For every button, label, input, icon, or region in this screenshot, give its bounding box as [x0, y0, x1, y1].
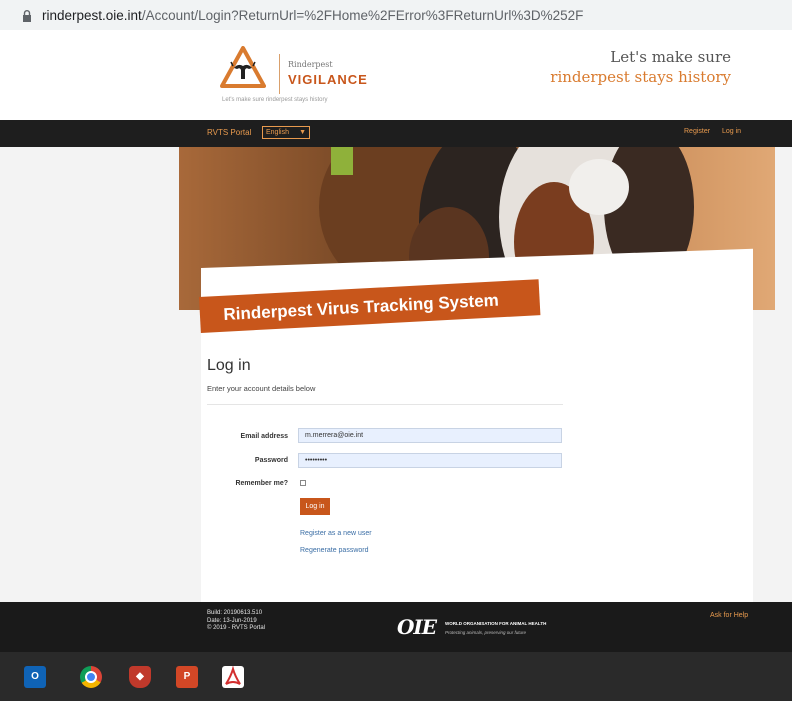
chrome-icon[interactable]	[80, 666, 102, 688]
language-select[interactable]: English ▼	[262, 126, 310, 139]
help-link[interactable]: Ask for Help	[710, 612, 748, 619]
pdf-icon[interactable]	[222, 665, 244, 688]
nav-portal-link[interactable]: RVTS Portal	[207, 128, 251, 137]
date-text: Date: 13-Jun-2019	[207, 617, 257, 624]
lock-icon	[22, 9, 32, 22]
oie-name: WORLD ORGANISATION FOR ANIMAL HEALTH	[445, 621, 547, 626]
divider	[207, 404, 563, 405]
powerpoint-glyph: P	[183, 671, 191, 682]
email-field[interactable]: m.merrera@oie.int	[298, 428, 562, 443]
page-subtitle: Enter your account details below	[207, 384, 316, 393]
logo-divider	[279, 54, 280, 94]
copyright-text: © 2019 - RVTS Portal	[207, 625, 266, 631]
shield-glyph: ◆	[136, 671, 144, 682]
nav-login-link[interactable]: Log in	[722, 128, 741, 135]
email-label: Email address	[240, 433, 288, 440]
site-footer: Build: 20190613.510 Date: 13-Jun-2019 © …	[0, 602, 792, 652]
login-card	[201, 285, 753, 602]
taskbar: O ◆ P	[0, 652, 792, 701]
build-text: Build: 20190613.510	[207, 610, 263, 616]
remember-label: Remember me?	[235, 480, 288, 487]
footer-info: Build: 20190613.510 Date: 13-Jun-2019 © …	[207, 610, 265, 633]
slogan-line-2: rinderpest stays history	[550, 68, 731, 86]
oie-motto: Protecting animals, preserving our futur…	[445, 630, 527, 635]
outlook-glyph: O	[31, 671, 39, 682]
url-path: /Account/Login?ReturnUrl=%2FHome%2FError…	[141, 7, 584, 23]
slogan-line-1: Let's make sure	[610, 48, 731, 66]
page-title: Log in	[207, 357, 251, 374]
powerpoint-icon[interactable]: P	[176, 666, 198, 688]
address-bar[interactable]: rinderpest.oie.int/Account/Login?ReturnU…	[0, 0, 792, 30]
outlook-icon[interactable]: O	[24, 666, 46, 688]
rinderpest-logo-icon[interactable]	[220, 46, 266, 88]
password-field[interactable]: •••••••••	[298, 453, 562, 468]
chevron-down-icon: ▼	[299, 129, 306, 136]
url-domain: rinderpest.oie.int	[42, 7, 142, 23]
login-button[interactable]: Log in	[300, 498, 330, 515]
top-nav: RVTS Portal English ▼ Register Log in	[0, 120, 792, 147]
language-value: English	[266, 129, 289, 136]
oie-logo[interactable]: OIE	[397, 615, 437, 639]
remember-checkbox[interactable]	[300, 480, 306, 486]
nav-register-link[interactable]: Register	[684, 128, 710, 135]
password-label: Password	[254, 457, 288, 464]
site-header: Rinderpest VIGILANCE Let's make sure rin…	[0, 30, 792, 120]
register-link[interactable]: Register as a new user	[300, 530, 372, 537]
url-text: rinderpest.oie.int/Account/Login?ReturnU…	[42, 8, 583, 23]
reset-password-link[interactable]: Regenerate password	[300, 547, 369, 554]
logo-vigilance: VIGILANCE	[288, 72, 368, 87]
logo-tagline: Let's make sure rinderpest stays history	[222, 97, 328, 103]
shield-icon[interactable]: ◆	[129, 666, 151, 688]
logo-name: Rinderpest	[288, 60, 333, 69]
